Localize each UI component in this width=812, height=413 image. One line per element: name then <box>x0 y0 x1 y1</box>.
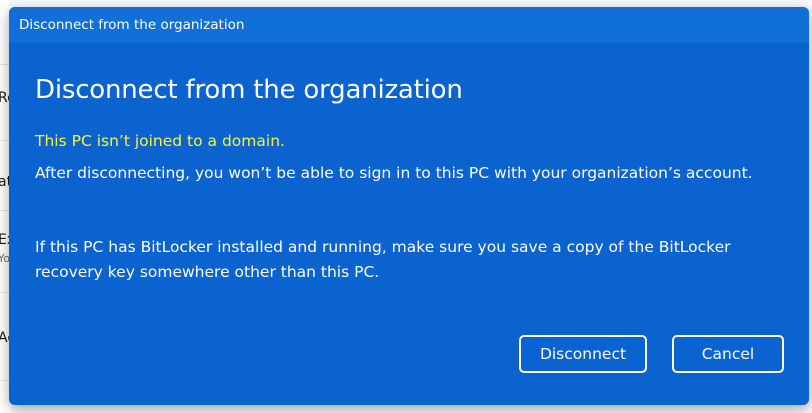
disconnect-dialog: Disconnect from the organization Disconn… <box>9 7 809 405</box>
dialog-window-title: Disconnect from the organization <box>19 17 245 33</box>
sign-in-notice-text: After disconnecting, you won’t be able t… <box>35 164 753 182</box>
dialog-titlebar[interactable]: Disconnect from the organization <box>9 7 809 43</box>
cancel-button[interactable]: Cancel <box>672 335 784 373</box>
dialog-heading: Disconnect from the organization <box>35 75 463 105</box>
bitlocker-notice-text: If this PC has BitLocker installed and r… <box>35 238 731 281</box>
domain-warning-text: This PC isn’t joined to a domain. <box>35 132 285 150</box>
disconnect-button[interactable]: Disconnect <box>519 335 647 373</box>
